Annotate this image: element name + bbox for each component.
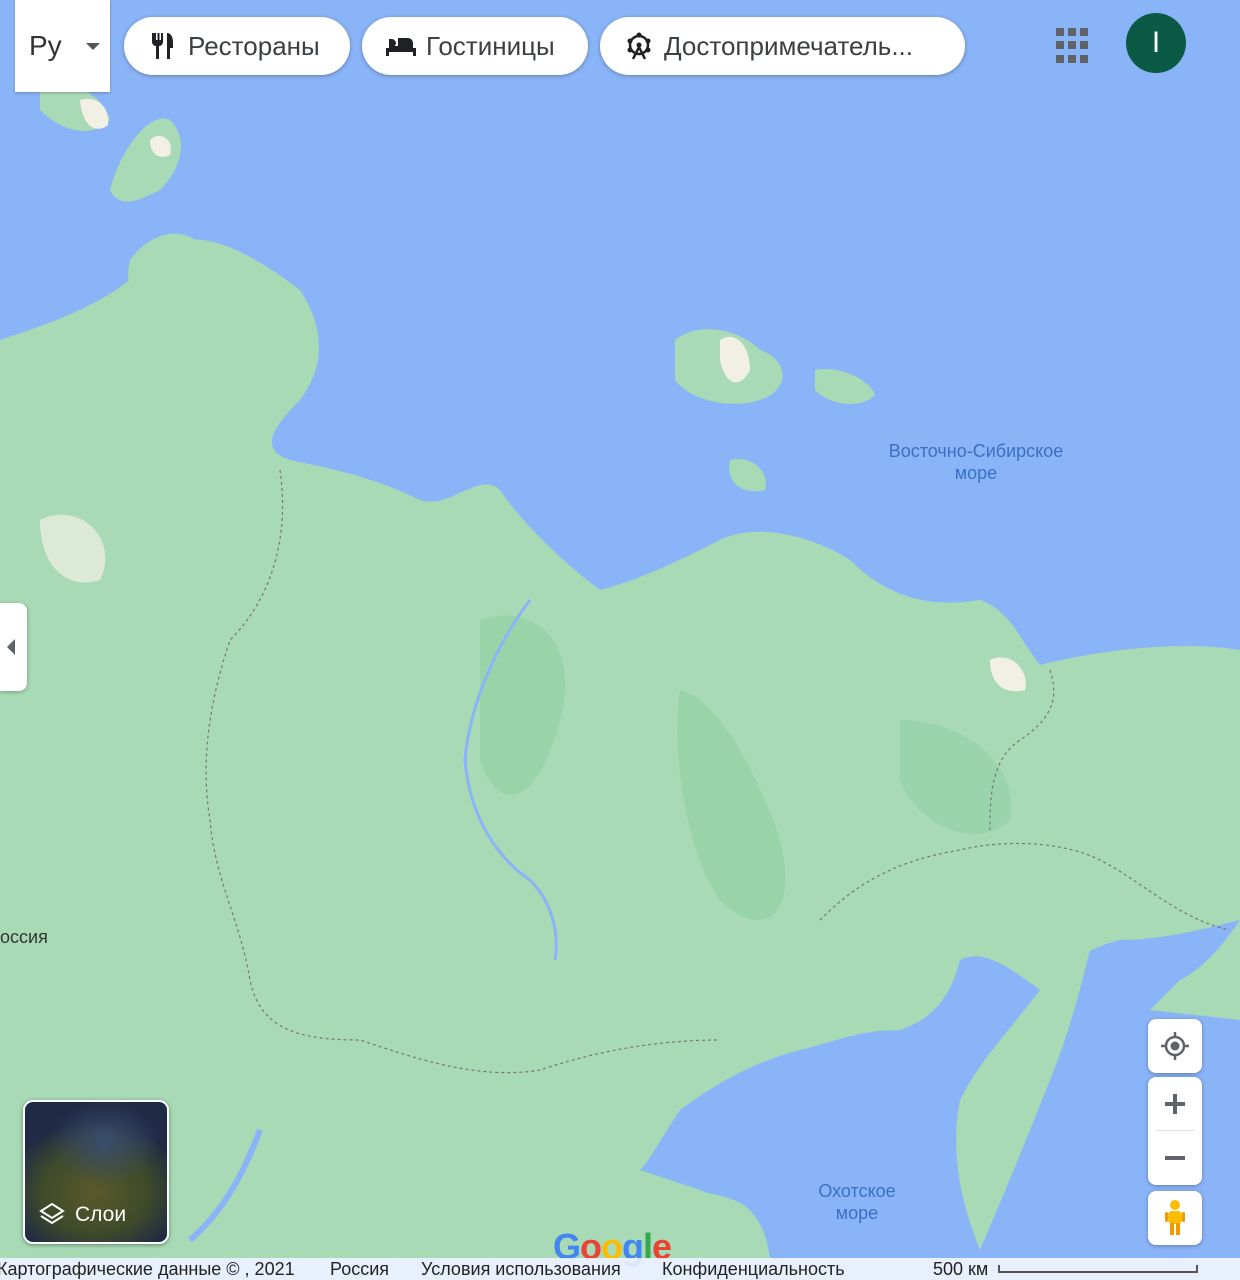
layers-icon: [39, 1202, 65, 1225]
copyright-text: Картографические данные © , 2021: [0, 1259, 295, 1279]
layers-label: Слои: [75, 1203, 127, 1226]
side-panel-toggle[interactable]: [0, 603, 27, 691]
chip-hotels[interactable]: Гостиницы: [362, 17, 588, 75]
map-label-okhotsk-sea: Охотское море: [818, 1181, 896, 1223]
ferris-wheel-icon: [622, 29, 656, 63]
chip-label: Достопримечатель...: [664, 30, 914, 61]
zoom-in-button[interactable]: [1148, 1077, 1202, 1131]
language-selector[interactable]: Ру: [15, 0, 110, 92]
pegman-icon: [1165, 1200, 1185, 1235]
chevron-down-icon: [86, 42, 100, 50]
chip-attractions[interactable]: Достопримечатель...: [600, 17, 965, 75]
crosshair-icon: [1161, 1032, 1189, 1060]
chip-label: Гостиницы: [426, 30, 555, 61]
minus-icon: [1165, 1156, 1185, 1160]
map-canvas[interactable]: [0, 0, 1240, 1280]
map-footer: Картографические данные © , 2021 Россия …: [0, 1258, 1240, 1280]
language-code: Ру: [29, 30, 62, 61]
scale-label[interactable]: 500 км: [933, 1259, 988, 1280]
zoom-out-button[interactable]: [1148, 1131, 1202, 1185]
street-view-pegman[interactable]: [1148, 1191, 1202, 1245]
scale-bar: [998, 1265, 1198, 1273]
my-location-button[interactable]: [1148, 1019, 1202, 1073]
apps-grid-icon[interactable]: [1054, 26, 1094, 66]
terms-link[interactable]: Условия использования: [421, 1259, 621, 1280]
zoom-divider: [1156, 1130, 1194, 1131]
avatar-initial: I: [1151, 26, 1161, 59]
fork-knife-icon: [146, 29, 180, 63]
zoom-controls: [1148, 1077, 1202, 1185]
bed-icon: [384, 29, 418, 63]
account-avatar[interactable]: I: [1126, 13, 1186, 73]
privacy-link[interactable]: Конфиденциальность: [662, 1259, 845, 1280]
chevron-left-icon: [6, 639, 15, 655]
map-label-east-siberian-sea: Восточно-Сибирское море: [888, 441, 1064, 483]
layers-button[interactable]: Слои: [23, 1100, 169, 1244]
country-link[interactable]: Россия: [330, 1259, 389, 1280]
chip-label: Рестораны: [188, 30, 320, 61]
map-label-russia: оссия: [0, 927, 48, 947]
chip-restaurants[interactable]: Рестораны: [124, 17, 350, 75]
plus-icon: [1165, 1094, 1185, 1114]
